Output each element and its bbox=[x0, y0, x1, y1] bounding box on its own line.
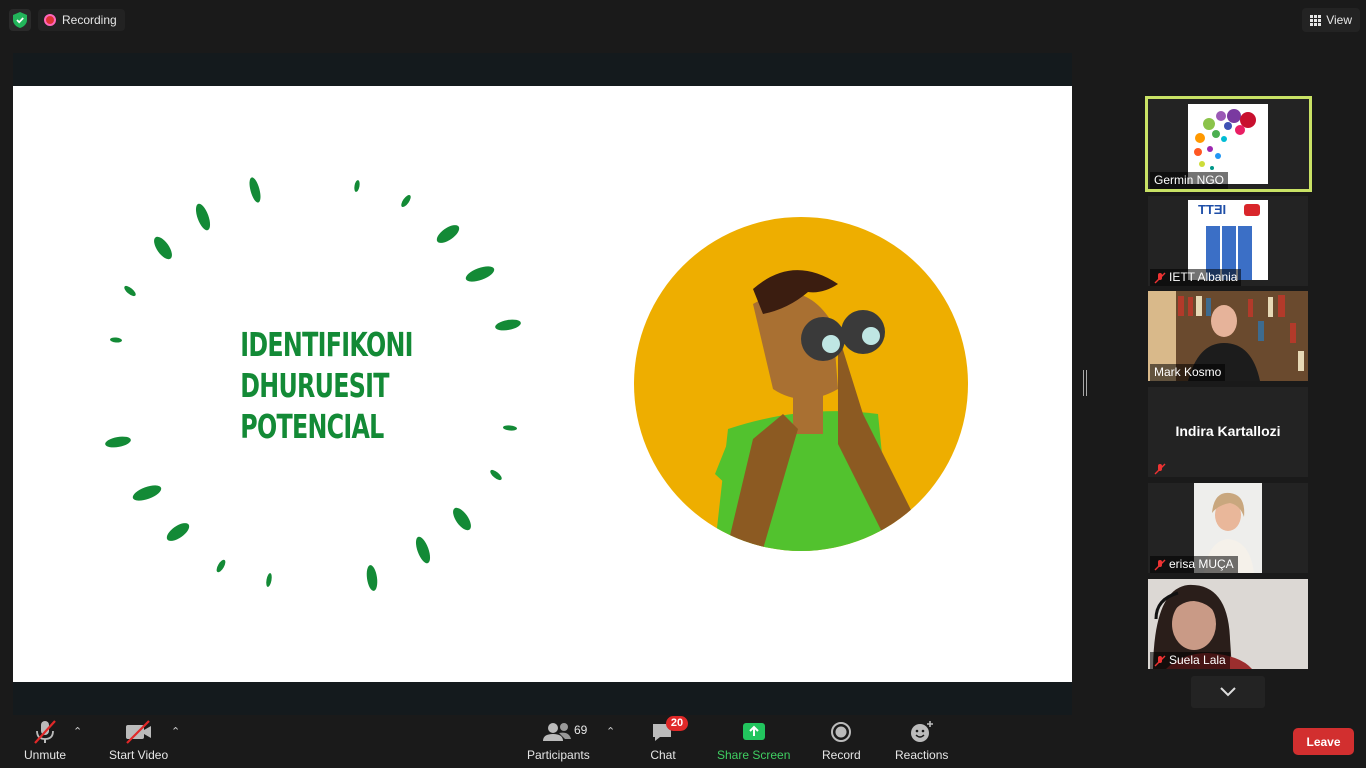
smiley-plus-icon bbox=[908, 719, 936, 745]
recording-dot-icon bbox=[44, 14, 56, 26]
participant-tile[interactable]: Germin NGO bbox=[1145, 96, 1312, 192]
unmute-button[interactable]: Unmute bbox=[24, 719, 66, 762]
view-button[interactable]: View bbox=[1302, 8, 1360, 32]
panel-resize-handle[interactable] bbox=[1083, 370, 1087, 396]
chat-icon: 20 bbox=[650, 716, 688, 745]
view-label: View bbox=[1326, 13, 1352, 27]
record-button[interactable]: Record bbox=[822, 719, 861, 762]
participants-count: 69 bbox=[574, 723, 588, 737]
chat-button[interactable]: 20 Chat bbox=[650, 716, 688, 762]
gallery-scroll-down-button[interactable] bbox=[1191, 676, 1265, 708]
start-video-button[interactable]: Start Video bbox=[109, 719, 168, 762]
participant-name: IETT Albania bbox=[1150, 269, 1242, 286]
slide-title-line: POTENCIAL bbox=[240, 407, 384, 446]
recording-label: Recording bbox=[62, 13, 117, 27]
chevron-down-icon bbox=[1220, 687, 1236, 697]
participant-tile[interactable]: Indira Kartallozi bbox=[1148, 387, 1308, 477]
record-label: Record bbox=[822, 748, 861, 762]
mic-muted-icon bbox=[32, 719, 58, 745]
share-screen-label: Share Screen bbox=[717, 748, 791, 762]
security-shield-icon[interactable] bbox=[9, 9, 31, 31]
recording-indicator[interactable]: Recording bbox=[38, 9, 125, 31]
participant-display-name: Indira Kartallozi bbox=[1175, 423, 1281, 439]
participant-name: erisa MUÇA bbox=[1150, 556, 1238, 573]
participant-tile[interactable]: Mark Kosmo bbox=[1148, 291, 1308, 381]
participants-label: Participants bbox=[527, 748, 590, 762]
mic-muted-icon bbox=[1154, 655, 1166, 666]
chat-label: Chat bbox=[650, 748, 676, 762]
slide-title-line: DHURUESIT bbox=[240, 366, 389, 405]
participant-name: Germin NGO bbox=[1150, 172, 1229, 189]
audio-options-caret[interactable]: ⌃ bbox=[73, 725, 82, 738]
video-options-caret[interactable]: ⌃ bbox=[171, 725, 180, 738]
participant-name-text: IETT Albania bbox=[1169, 270, 1238, 284]
participant-tile[interactable]: Suela Lala bbox=[1148, 579, 1308, 669]
meeting-top-bar: Recording View bbox=[0, 0, 1366, 40]
share-screen-icon bbox=[741, 719, 767, 745]
participant-status bbox=[1150, 460, 1170, 477]
mic-muted-icon bbox=[1154, 463, 1166, 474]
grid-icon bbox=[1310, 14, 1322, 26]
participant-tile[interactable]: erisa MUÇA bbox=[1148, 483, 1308, 573]
reactions-button[interactable]: Reactions bbox=[895, 719, 948, 762]
slide-title-line: IDENTIFIKONI bbox=[240, 325, 413, 364]
participant-name-text: erisa MUÇA bbox=[1169, 557, 1234, 571]
binoculars-person-illustration bbox=[634, 217, 968, 551]
mic-muted-icon bbox=[1154, 272, 1166, 283]
participant-tile[interactable]: IETT IETT Albania bbox=[1148, 196, 1308, 286]
participants-options-caret[interactable]: ⌃ bbox=[606, 725, 615, 738]
share-screen-button[interactable]: Share Screen bbox=[717, 719, 790, 762]
participant-name-text: Suela Lala bbox=[1169, 653, 1226, 667]
participant-name: Suela Lala bbox=[1150, 652, 1230, 669]
participants-icon bbox=[541, 719, 575, 745]
video-off-icon bbox=[124, 719, 154, 745]
chat-unread-badge: 20 bbox=[666, 716, 688, 731]
start-video-label: Start Video bbox=[109, 748, 169, 762]
participant-name: Mark Kosmo bbox=[1150, 364, 1226, 381]
participant-name-text: Mark Kosmo bbox=[1154, 365, 1222, 379]
logo-text: IETT bbox=[1198, 202, 1227, 217]
slide-title: IDENTIFIKONI DHURUESIT POTENCIAL bbox=[240, 324, 413, 447]
leave-button[interactable]: Leave bbox=[1293, 728, 1354, 755]
participant-logo: IETT bbox=[1188, 200, 1268, 280]
unmute-label: Unmute bbox=[24, 748, 67, 762]
record-icon bbox=[828, 719, 854, 745]
mic-muted-icon bbox=[1154, 559, 1166, 570]
reactions-label: Reactions bbox=[895, 748, 949, 762]
presentation-slide: IDENTIFIKONI DHURUESIT POTENCIAL bbox=[13, 86, 1072, 682]
participant-name-text: Germin NGO bbox=[1154, 173, 1225, 187]
